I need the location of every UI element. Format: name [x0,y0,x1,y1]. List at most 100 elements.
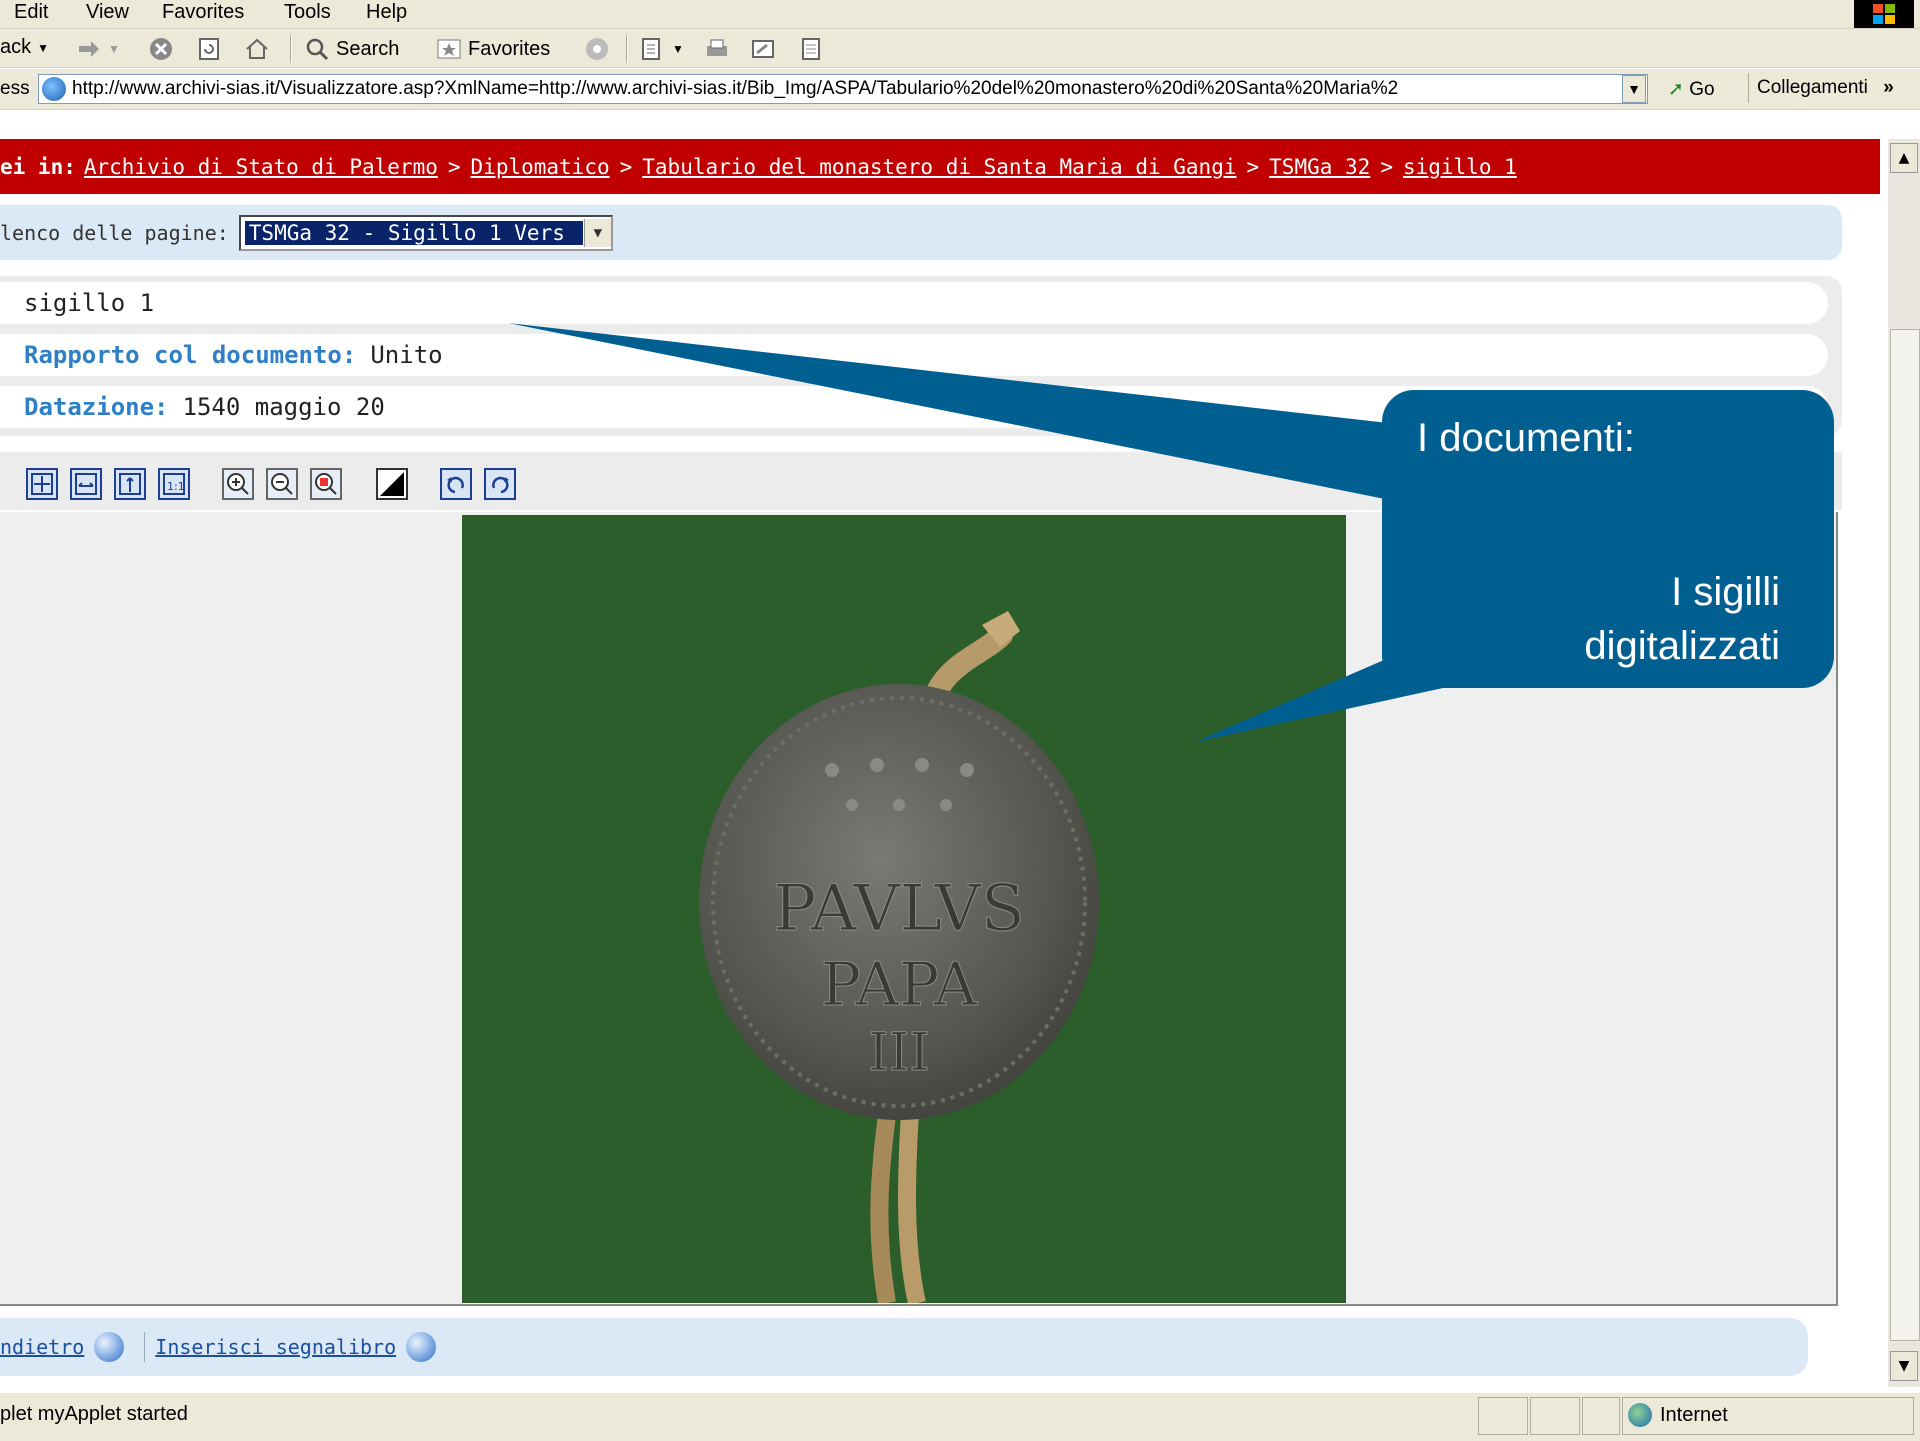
toolbar-divider [626,35,628,63]
dropdown-arrow-icon[interactable]: ▼ [583,218,611,247]
standard-toolbar: ack ▼ ▼ Search Favorites ▼ [0,29,1920,68]
arrow-up-icon: ▲ [1898,150,1910,166]
search-button[interactable]: Search [304,36,399,62]
favorites-button[interactable]: Favorites [436,36,550,62]
internet-globe-icon [1628,1403,1652,1427]
stop-button[interactable] [148,36,174,62]
actual-size-icon: 1:1 [163,473,185,495]
back-arrow-icon[interactable] [94,1332,125,1362]
dropdown-arrow-icon: ▼ [672,42,684,56]
windows-logo [1854,0,1914,28]
page-select-value: TSMGa 32 - Sigillo 1 Vers [244,220,583,245]
record-title-row: sigillo 1 [0,282,1828,324]
breadcrumb-prefix: ei in: [0,154,76,179]
breadcrumb-link-tsmga32[interactable]: TSMGa 32 [1269,155,1370,179]
rotate-left-button[interactable] [440,468,472,500]
breadcrumb: ei in: Archivio di Stato di Palermo > Di… [0,139,1880,194]
breadcrumb-link-diplomatico[interactable]: Diplomatico [471,155,610,179]
menu-tools[interactable]: Tools [284,1,331,24]
ie-page-icon [42,77,66,101]
forward-arrow-icon [79,41,99,57]
stop-icon [150,38,172,60]
record-title: sigillo 1 [24,289,155,317]
zoom-area-button[interactable] [310,468,342,500]
history-button[interactable]: ▼ [640,36,684,62]
seal-line-1: PAVLVS [773,872,1024,946]
bookmark-link[interactable]: Inserisci segnalibro [155,1335,396,1359]
document-icon [802,38,820,60]
seal-photo[interactable]: PAVLVS PAPA III [462,515,1346,1305]
nav-divider [144,1332,146,1362]
home-icon [246,38,268,59]
breadcrumb-link-tabulario[interactable]: Tabulario del monastero di Santa Maria d… [642,155,1236,179]
fit-height-button[interactable] [114,468,146,500]
menu-view[interactable]: View [86,1,129,24]
contrast-button[interactable] [376,468,408,500]
fit-all-button[interactable] [26,468,58,500]
search-label: Search [336,37,400,60]
rapporto-label: Rapporto col documento: [24,341,357,369]
svg-text:1:1: 1:1 [167,480,185,493]
status-cell [1478,1397,1528,1435]
callout-box: I documenti: I sigilli digitalizzati [1382,390,1834,688]
refresh-button[interactable] [196,36,222,62]
seal-image: PAVLVS PAPA III [462,515,1346,1305]
zoom-in-button[interactable] [222,468,254,500]
status-text: plet myApplet started [0,1403,188,1425]
dropdown-arrow-icon: ▼ [37,40,50,55]
address-label: ess [0,78,30,99]
rotate-right-icon [492,476,509,494]
forward-button[interactable]: ▼ [76,36,120,62]
media-button[interactable] [584,36,610,62]
zoom-out-button[interactable] [266,468,298,500]
address-dropdown-button[interactable]: ▼ [1622,75,1646,103]
breadcrumb-link-sigillo[interactable]: sigillo 1 [1403,155,1517,179]
scroll-thumb[interactable] [1890,329,1920,1341]
media-icon [586,38,608,60]
rapporto-row: Rapporto col documento: Unito [0,334,1828,376]
back-link[interactable]: ndietro [0,1335,84,1359]
discuss-button[interactable] [798,36,824,62]
go-button[interactable]: ➚ Go [1668,78,1715,101]
rotate-right-button[interactable] [484,468,516,500]
back-button[interactable]: ack ▼ [0,36,49,59]
page-select[interactable]: TSMGa 32 - Sigillo 1 Vers ▼ [238,214,613,251]
print-button[interactable] [704,36,730,62]
search-icon [306,38,329,61]
bookmark-icon[interactable] [406,1332,437,1362]
scroll-up-button[interactable]: ▲ [1890,143,1918,173]
menu-favorites[interactable]: Favorites [162,1,244,24]
status-cell [1530,1397,1580,1435]
actual-size-button[interactable]: 1:1 [158,468,190,500]
dropdown-arrow-icon: ▼ [1627,81,1641,97]
back-label: ack [0,36,32,58]
chevron-right-icon: » [1883,77,1894,98]
dropdown-arrow-icon: ▼ [108,42,120,56]
favorites-label: Favorites [468,37,551,60]
menu-help[interactable]: Help [366,1,407,24]
edit-button[interactable] [750,36,776,62]
rapporto-value: Unito [370,341,443,369]
windows-flag-icon [1873,4,1895,24]
links-toolbar[interactable]: Collegamenti » [1748,73,1902,103]
fit-width-icon [75,473,97,495]
history-icon [642,38,660,60]
seal-line-3: III [868,1023,930,1083]
breadcrumb-separator: > [447,154,461,179]
rotate-left-icon [447,476,464,494]
callout-line-2: I sigilli digitalizzati [1584,565,1780,673]
vertical-scrollbar[interactable]: ▲ ▼ [1888,139,1920,1387]
breadcrumb-link-archivio[interactable]: Archivio di Stato di Palermo [84,155,438,179]
seal-line-2: PAPA [821,950,978,1020]
status-bar: plet myApplet started Internet [0,1392,1920,1441]
address-bar: ess http://www.archivi-sias.it/Visualizz… [0,69,1920,110]
home-button[interactable] [244,36,270,62]
favorites-star-icon [437,39,461,59]
print-icon [707,39,727,56]
fit-width-button[interactable] [70,468,102,500]
address-input[interactable]: http://www.archivi-sias.it/Visualizzator… [38,74,1648,104]
zoom-out-icon [271,473,293,495]
page-selector-label: lenco delle pagine: [0,220,229,245]
menu-edit[interactable]: Edit [14,1,48,24]
scroll-down-button[interactable]: ▼ [1890,1351,1918,1381]
